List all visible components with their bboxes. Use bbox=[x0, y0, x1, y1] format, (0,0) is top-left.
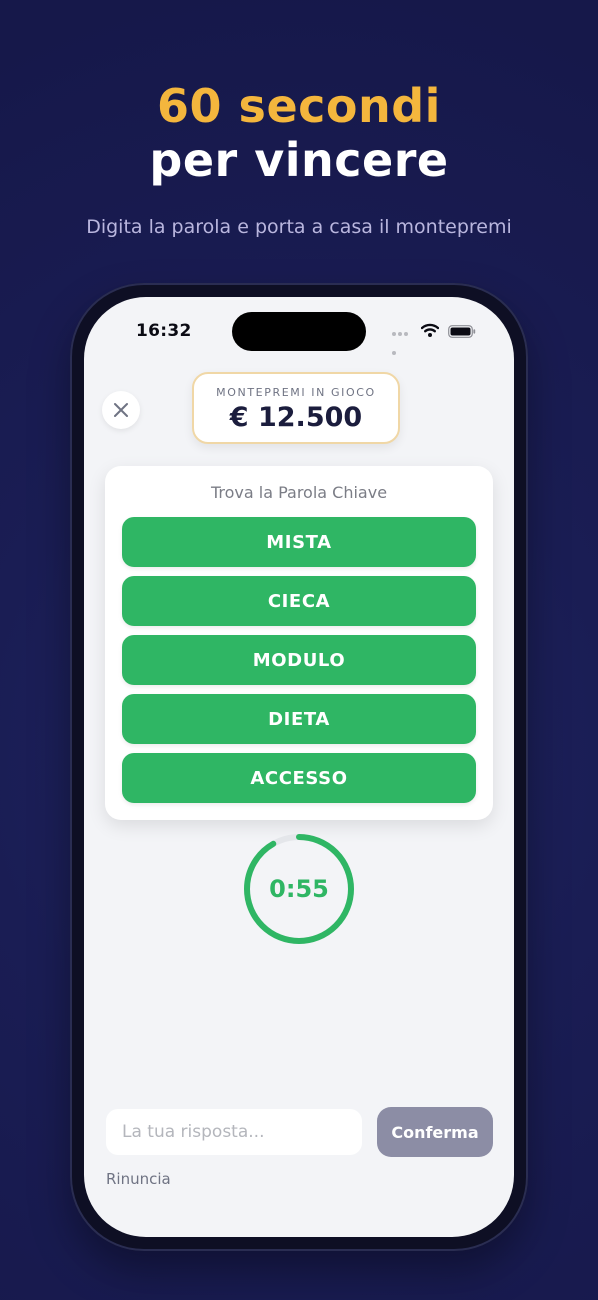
prize-label: MONTEPREMI IN GIOCO bbox=[216, 386, 376, 399]
give-up-link[interactable]: Rinuncia bbox=[106, 1170, 171, 1188]
promo-headline-line2: per vincere bbox=[149, 133, 449, 187]
answer-input[interactable] bbox=[106, 1109, 362, 1155]
promo-subtitle: Digita la parola e porta a casa il monte… bbox=[86, 216, 512, 238]
close-icon bbox=[114, 403, 128, 417]
close-button[interactable] bbox=[102, 391, 140, 429]
status-time: 16:32 bbox=[136, 321, 192, 341]
word-button-dieta[interactable]: DIETA bbox=[122, 694, 476, 744]
prize-value: € 12.500 bbox=[229, 402, 363, 433]
wifi-icon bbox=[421, 323, 439, 337]
countdown-timer: 0:55 bbox=[243, 833, 355, 945]
signal-dots-icon bbox=[392, 332, 414, 355]
keyword-card: Trova la Parola Chiave MISTA CIECA MODUL… bbox=[105, 466, 493, 820]
keyword-card-title: Trova la Parola Chiave bbox=[210, 483, 388, 502]
word-button-mista[interactable]: MISTA bbox=[122, 517, 476, 567]
word-button-modulo[interactable]: MODULO bbox=[122, 635, 476, 685]
battery-icon bbox=[448, 325, 476, 338]
dynamic-island bbox=[232, 312, 366, 351]
promo-headline-line1: 60 secondi bbox=[157, 79, 441, 133]
phone-screen: 16:32 MONTEPREMI IN GIOCO € 12.500 Trova… bbox=[84, 297, 514, 1237]
prize-card: MONTEPREMI IN GIOCO € 12.500 bbox=[192, 372, 400, 444]
word-button-accesso[interactable]: ACCESSO bbox=[122, 753, 476, 803]
confirm-button[interactable]: Conferma bbox=[377, 1107, 493, 1157]
timer-label: 0:55 bbox=[269, 875, 329, 903]
word-button-cieca[interactable]: CIECA bbox=[122, 576, 476, 626]
